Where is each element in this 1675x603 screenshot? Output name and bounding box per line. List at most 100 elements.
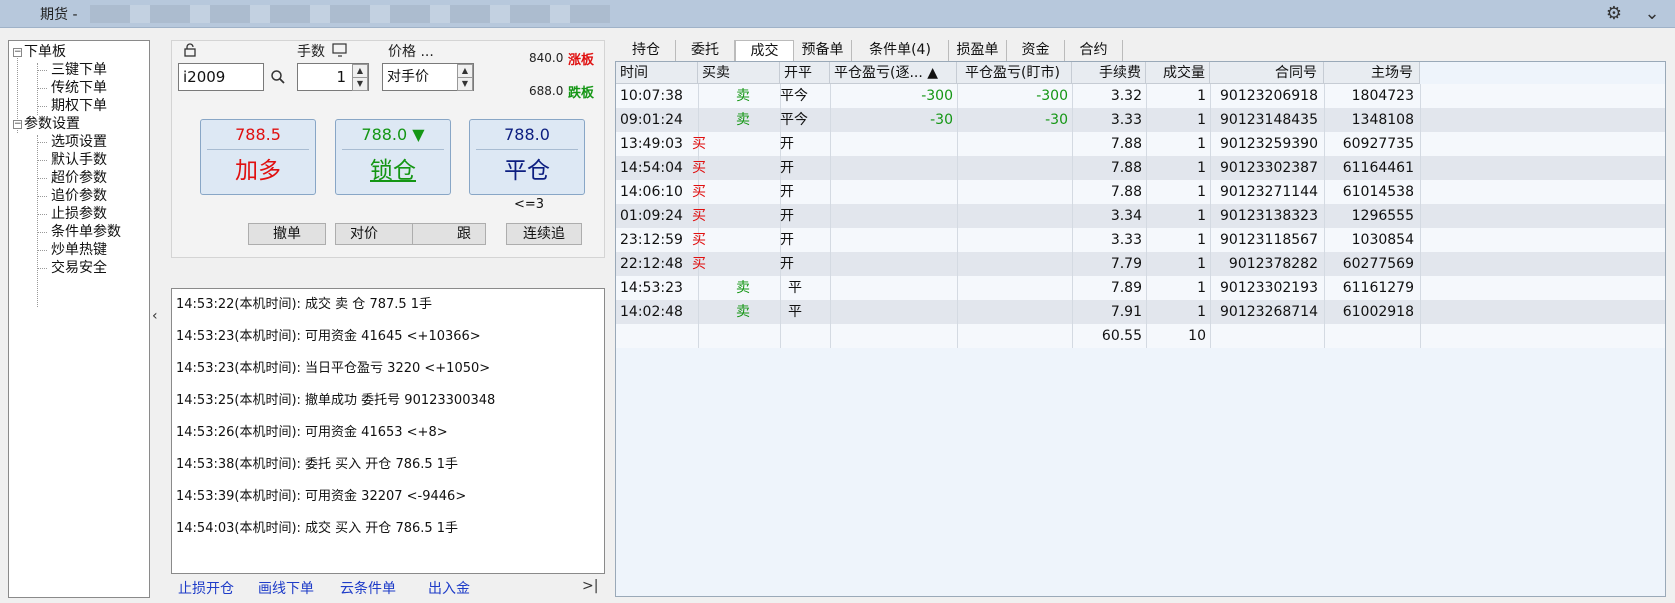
col-open-close[interactable]: 开平 [780,62,830,84]
add-long-price: 788.5 [207,120,309,150]
tree-item-chase-price[interactable]: 追价参数 [51,187,107,205]
cell-volume: 1 [1197,136,1206,152]
cell-exchange-no: 1296555 [1351,208,1414,224]
cell-close-pnl-trade [830,252,953,276]
window-title: 期货 - [40,7,78,23]
cell-contract-no: 90123271144 [1220,184,1318,200]
collapse-toggle-icon[interactable]: − [13,47,22,57]
tab-stop-profit-loss[interactable]: 损盈单 [949,40,1007,61]
tree-item-three-key-order[interactable]: 三键下单 [51,61,107,79]
title-bar: 期货 - ⚙ ⌄ [0,0,1675,28]
counter-price-button[interactable]: 对价 [335,223,413,245]
cell-contract-no: 90123302193 [1220,280,1318,296]
log-line: 14:53:25(本机时间): 撤单成功 委托号 90123300348 [176,393,496,408]
cell-exchange-no: 1030854 [1351,232,1414,248]
lock-icon[interactable] [183,43,197,57]
cell-time: 09:01:24 [620,112,683,128]
qty-down-icon[interactable]: ▼ [352,77,368,91]
tree-item-over-price[interactable]: 超价参数 [51,169,107,187]
price-label: 价格 ... [388,44,434,60]
cell-volume: 1 [1197,304,1206,320]
cell-exchange-no: 1348108 [1351,112,1414,128]
col-contract-no[interactable]: 合同号 [1210,62,1324,84]
cell-close-pnl-mtm [957,156,1068,180]
cell-time: 14:06:10 [620,184,683,200]
cell-side: 卖 [736,112,750,128]
deposit-withdraw-link[interactable]: 出入金 [428,578,470,598]
tab-prepared-orders[interactable]: 预备单 [794,40,852,61]
cell-contract-no: 90123118567 [1220,232,1318,248]
collapse-panel-icon[interactable]: ‹ [152,308,158,324]
cell-fee: 7.88 [1110,160,1142,176]
tree-item-option-order[interactable]: 期权下单 [51,97,107,115]
tree-item-stop-loss[interactable]: 止损参数 [51,205,107,223]
cell-side: 卖 [736,280,750,296]
monitor-icon[interactable] [332,43,348,57]
col-time[interactable]: 时间 [616,62,698,84]
gear-icon[interactable]: ⚙ [1602,2,1626,26]
cell-time: 13:49:03 [620,136,683,152]
cell-close-pnl-mtm [957,276,1068,300]
lock-position-label: 锁仓 [370,158,416,184]
table-header: 时间 买卖 开平 平仓盈亏(逐... ▲ 平仓盈亏(盯市) 手续费 成交量 合同… [616,62,1420,84]
tab-orders[interactable]: 委托 [676,40,735,61]
tree-item-default-qty[interactable]: 默认手数 [51,151,107,169]
tree-item-conditional-order[interactable]: 条件单参数 [51,223,121,241]
cell-open-close: 开 [780,136,794,152]
contract-input[interactable]: i2009 [178,63,264,91]
cancel-order-button[interactable]: 撤单 [248,223,326,245]
qty-label: 手数 [297,44,325,60]
col-close-pnl-mtm[interactable]: 平仓盈亏(盯市) [957,62,1072,84]
log-line: 14:53:23(本机时间): 当日平仓盈亏 3220 <+1050> [176,361,491,376]
tree-item-hotkeys[interactable]: 炒单热键 [51,241,107,259]
cell-fee: 7.79 [1110,256,1142,272]
upper-limit-price: 840.0 [529,51,564,65]
cell-time: 22:12:48 [620,256,683,272]
continuous-chase-button[interactable]: 连续追 [506,223,582,245]
tree-item-options[interactable]: 选项设置 [51,133,107,151]
cell-close-pnl-mtm [957,228,1068,252]
tree-item-traditional-order[interactable]: 传统下单 [51,79,107,97]
cell-side: 卖 [736,304,750,320]
tree-group-order-board[interactable]: − 下单板 [13,43,66,61]
collapse-toggle-icon[interactable]: − [13,119,22,129]
tab-trades[interactable]: 成交 [735,40,794,61]
lock-position-button[interactable]: 788.0 ▼ 锁仓 [335,119,451,195]
cell-time: 23:12:59 [620,232,683,248]
tab-contracts[interactable]: 合约 [1065,40,1123,61]
cell-close-pnl-trade [830,204,953,228]
chevron-down-icon[interactable]: ⌄ [1640,2,1664,26]
cell-volume: 1 [1197,88,1206,104]
qty-up-icon[interactable]: ▲ [352,64,368,78]
cell-volume: 1 [1197,256,1206,272]
tree-item-security[interactable]: 交易安全 [51,259,107,277]
col-volume[interactable]: 成交量 [1146,62,1210,84]
log-line: 14:53:22(本机时间): 成交 卖 仓 787.5 1手 [176,297,433,312]
line-order-link[interactable]: 画线下单 [258,578,314,598]
col-close-pnl-trade[interactable]: 平仓盈亏(逐... ▲ [830,62,957,84]
cell-volume: 1 [1197,112,1206,128]
tab-positions[interactable]: 持仓 [617,40,676,61]
cloud-conditional-order-link[interactable]: 云条件单 [340,578,396,598]
cell-contract-no: 90123148435 [1220,112,1318,128]
close-position-button[interactable]: 788.0 平仓 [469,119,585,195]
col-fee[interactable]: 手续费 [1072,62,1146,84]
follow-button[interactable]: 跟 [412,223,486,245]
col-exchange-no[interactable]: 主场号 [1324,62,1420,84]
cell-exchange-no: 61014538 [1342,184,1414,200]
cell-open-close: 开 [780,232,794,248]
search-icon[interactable] [270,69,286,85]
tree-group-parameters[interactable]: − 参数设置 [13,115,80,133]
cell-exchange-no: 61164461 [1342,160,1414,176]
cell-close-pnl-trade [830,228,953,252]
collapse-right-icon[interactable]: >| [582,578,598,594]
log-line: 14:53:39(本机时间): 可用资金 32207 <-9446> [176,489,467,504]
add-long-label: 加多 [235,158,281,184]
add-long-button[interactable]: 788.5 加多 [200,119,316,195]
price-up-icon[interactable]: ▲ [457,64,473,78]
col-side[interactable]: 买卖 [698,62,780,84]
price-down-icon[interactable]: ▼ [457,77,473,91]
stop-loss-open-link[interactable]: 止损开仓 [178,578,234,598]
tab-conditional-orders[interactable]: 条件单(4) [852,40,949,61]
tab-funds[interactable]: 资金 [1007,40,1065,61]
